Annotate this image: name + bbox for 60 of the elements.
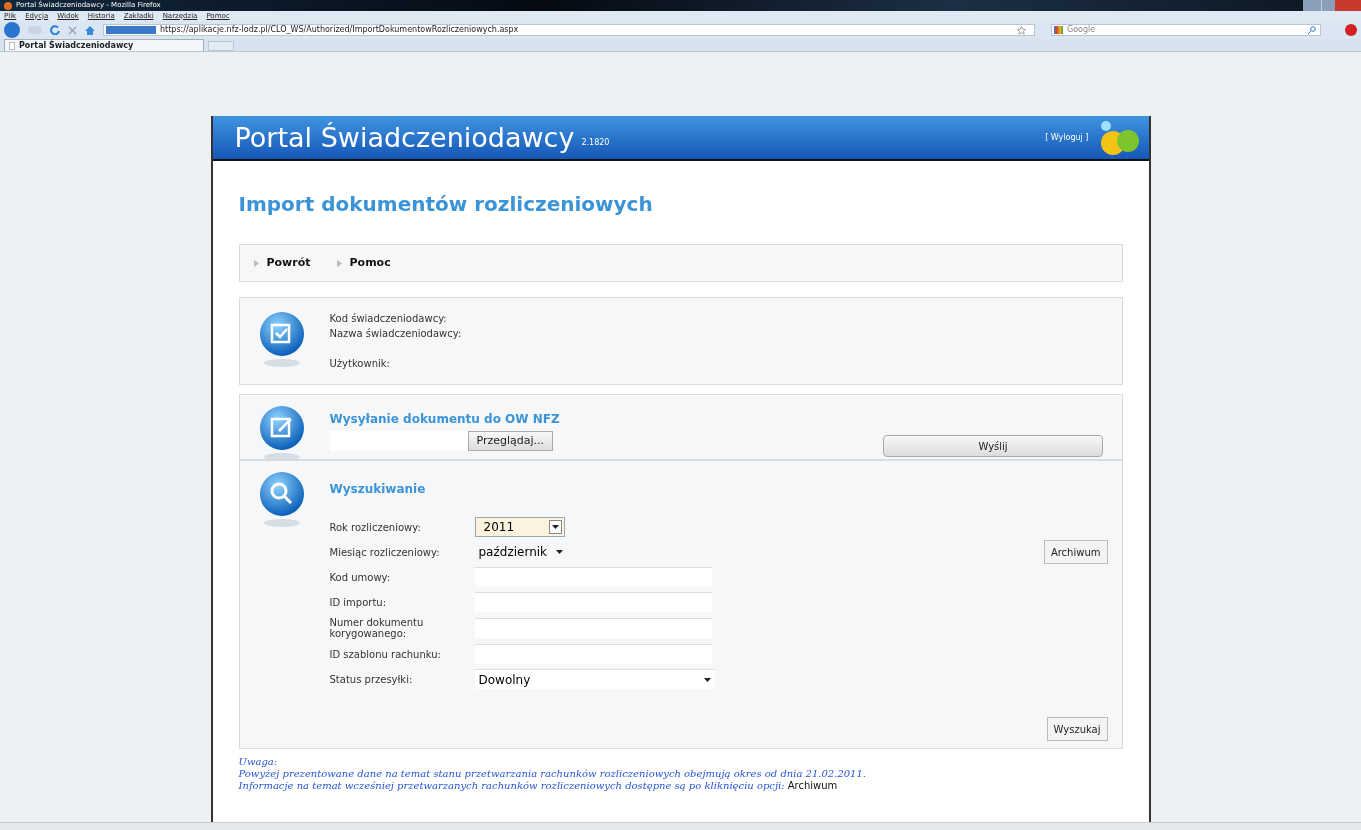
bullet-arrow-icon xyxy=(336,259,342,267)
browse-button[interactable]: Przeglądaj... xyxy=(467,431,554,451)
field-label: Status przesyłki: xyxy=(329,673,414,685)
archive-link[interactable]: Archiwum xyxy=(787,780,838,792)
checklist-icon xyxy=(258,311,305,369)
reload-icon[interactable] xyxy=(50,25,60,35)
browser-tab[interactable]: Portal Świadczeniodawcy xyxy=(4,39,204,51)
dropdown-arrow-icon xyxy=(703,677,711,682)
home-icon[interactable] xyxy=(85,25,95,35)
archive-button[interactable]: Archiwum xyxy=(1043,540,1108,564)
stop-icon[interactable] xyxy=(68,25,77,35)
text-field[interactable] xyxy=(474,644,712,664)
dropdown-arrow-icon xyxy=(555,550,563,554)
year-combo[interactable]: 2011 xyxy=(474,517,565,537)
new-tab-button[interactable] xyxy=(208,41,234,51)
url-text: https://aplikacje.nfz-lodz.pl/CLO_WS/Authorized/ImportDokumentowRozliczeniowych.aspx xyxy=(160,26,519,34)
nav-link[interactable]: Powrót xyxy=(253,254,311,272)
field-label: Miesiąc rozliczeniowy: xyxy=(329,546,441,558)
back-button[interactable] xyxy=(4,22,20,38)
page-icon xyxy=(9,41,15,50)
version-text: 2.1820 xyxy=(581,137,610,149)
field-label: ID importu: xyxy=(329,596,388,608)
field-label: ID szablonu rachunku: xyxy=(329,648,442,660)
note-text: Powyżej prezentowane dane na temat stanu przetwarzania rachunków rozliczeniowych obejmują okres od dnia 21.02.2011. xyxy=(238,768,867,780)
magnifier-icon xyxy=(258,471,305,529)
nav-link[interactable]: Pomoc xyxy=(336,254,391,272)
send-button[interactable]: Wyślij xyxy=(883,435,1104,457)
text-field[interactable] xyxy=(474,618,712,638)
adblock-icon[interactable] xyxy=(1345,24,1357,36)
info-label: Kod świadczeniodawcy: xyxy=(329,312,448,326)
search-engine-icon[interactable] xyxy=(1054,26,1063,34)
text-field[interactable] xyxy=(474,592,712,612)
search-icon[interactable] xyxy=(1308,26,1316,34)
firefox-icon xyxy=(4,1,12,10)
search-placeholder: Google xyxy=(1067,26,1097,34)
address-field[interactable]: https://aplikacje.nfz-lodz.pl/CLO_WS/Authorized/ImportDokumentowRozliczeniowych.aspx xyxy=(103,24,1035,36)
note-text: Informacje na temat wcześniej przetwarzanych rachunków rozliczeniowych dostępne są po kliknięciu opcji: xyxy=(238,780,785,792)
info-label: Nazwa świadczeniodawcy: xyxy=(329,327,462,341)
file-field[interactable] xyxy=(329,431,468,451)
note-heading: Uwaga: xyxy=(238,756,279,768)
close-button[interactable] xyxy=(1335,0,1361,11)
info-label: Użytkownik: xyxy=(329,357,391,371)
section-heading: Wysyłanie dokumentu do OW NFZ xyxy=(329,413,560,425)
logout-link[interactable]: [ Wyloguj ] xyxy=(1045,131,1089,144)
field-label: Kod umowy: xyxy=(329,571,392,583)
select-field[interactable]: Dowolny xyxy=(474,669,715,689)
search-field[interactable]: Google xyxy=(1051,24,1321,36)
section-heading: Wyszukiwanie xyxy=(329,483,427,495)
bookmark-star-icon[interactable] xyxy=(1017,25,1026,35)
minimize-button[interactable] xyxy=(1303,0,1321,11)
field-label: Numer dokumentu korygowanego: xyxy=(329,617,425,639)
field-label: Rok rozliczeniowy: xyxy=(329,521,422,533)
select-field[interactable]: październik xyxy=(474,542,567,562)
page-title: Import dokumentów rozliczeniowych xyxy=(238,194,654,214)
portal-title: Portal Świadczeniodawcy xyxy=(234,124,575,151)
text-field[interactable] xyxy=(474,567,712,587)
bullet-arrow-icon xyxy=(253,259,259,267)
search-button[interactable]: Wyszukaj xyxy=(1046,717,1108,741)
site-identity-badge[interactable] xyxy=(106,26,156,34)
maximize-button[interactable] xyxy=(1321,0,1335,11)
